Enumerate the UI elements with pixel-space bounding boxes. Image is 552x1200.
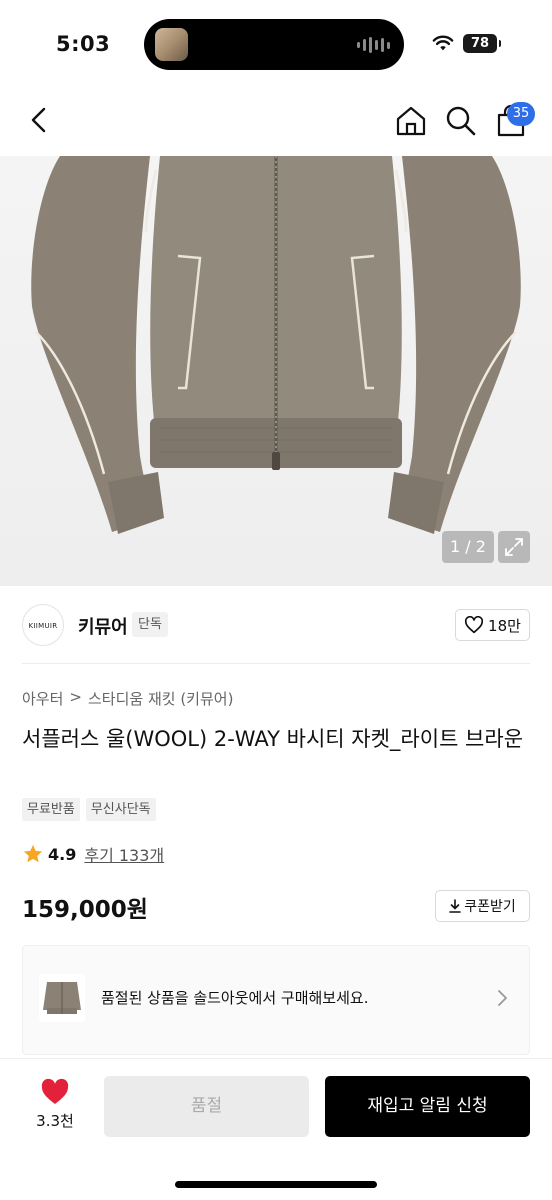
wish-count: 3.3천 [36, 1112, 74, 1130]
tag-musinsa-exclusive: 무신사단독 [85, 798, 156, 821]
divider [22, 663, 530, 664]
rating-value: 4.9 [48, 844, 77, 864]
soldout-banner[interactable]: 품절된 상품을 솔드아웃에서 구매해보세요. [22, 945, 530, 1055]
star-icon [23, 844, 43, 863]
brand-like-count: 18만 [488, 616, 521, 635]
home-indicator[interactable] [175, 1181, 377, 1188]
battery-icon: 78 [463, 34, 501, 53]
status-time: 5:03 [56, 32, 111, 56]
brand-name[interactable]: 키뮤어 [78, 613, 128, 639]
coupon-button[interactable]: 쿠폰받기 [435, 890, 530, 922]
product-price: 159,000원 [22, 897, 148, 923]
rating-row: 4.9 후기 133개 [22, 842, 164, 866]
restock-alert-button[interactable]: 재입고 알림 신청 [325, 1076, 530, 1137]
breadcrumb-item[interactable]: 아우터 [22, 688, 63, 709]
download-icon [449, 899, 462, 913]
soldout-banner-text: 품절된 상품을 솔드아웃에서 구매해보세요. [101, 989, 369, 1007]
product-title: 서플러스 울(WOOL) 2-WAY 바시티 자켓_라이트 브라운 [22, 727, 524, 751]
back-icon[interactable] [24, 104, 56, 136]
cart-count-badge: 35 [507, 102, 535, 126]
product-tags: 무료반품 무신사단독 [22, 798, 156, 821]
coupon-label: 쿠폰받기 [464, 899, 516, 915]
product-image [31, 156, 521, 534]
expand-icon [505, 538, 523, 556]
soldout-product-thumbnail [39, 974, 85, 1022]
chevron-right-icon [498, 990, 507, 1006]
now-playing-thumbnail [155, 28, 188, 61]
heart-filled-icon[interactable] [40, 1078, 70, 1106]
brand-like-button[interactable]: 18만 [455, 609, 530, 641]
product-image-gallery[interactable] [0, 156, 552, 586]
search-icon[interactable] [444, 104, 478, 138]
status-bar: 5:03 78 [0, 0, 552, 92]
image-counter: 1 / 2 [442, 531, 494, 563]
breadcrumb-item[interactable]: 스타디움 재킷 (키뮤어) [88, 688, 233, 709]
nav-bar [0, 92, 552, 156]
soldout-button: 품절 [104, 1076, 309, 1137]
dynamic-island[interactable] [144, 19, 404, 70]
tag-free-return: 무료반품 [22, 798, 80, 821]
brand-logo[interactable]: KIIMUIR [22, 604, 64, 646]
wifi-icon [432, 35, 454, 51]
breadcrumb-separator: > [69, 688, 82, 706]
audio-wave-icon [357, 36, 390, 54]
home-icon[interactable] [394, 104, 428, 138]
brand-exclusive-badge: 단독 [132, 612, 168, 637]
heart-outline-icon [465, 616, 484, 634]
breadcrumb: 아우터 > 스타디움 재킷 (키뮤어) [22, 688, 233, 709]
review-link[interactable]: 후기 133개 [84, 842, 164, 866]
expand-image-button[interactable] [498, 531, 530, 563]
